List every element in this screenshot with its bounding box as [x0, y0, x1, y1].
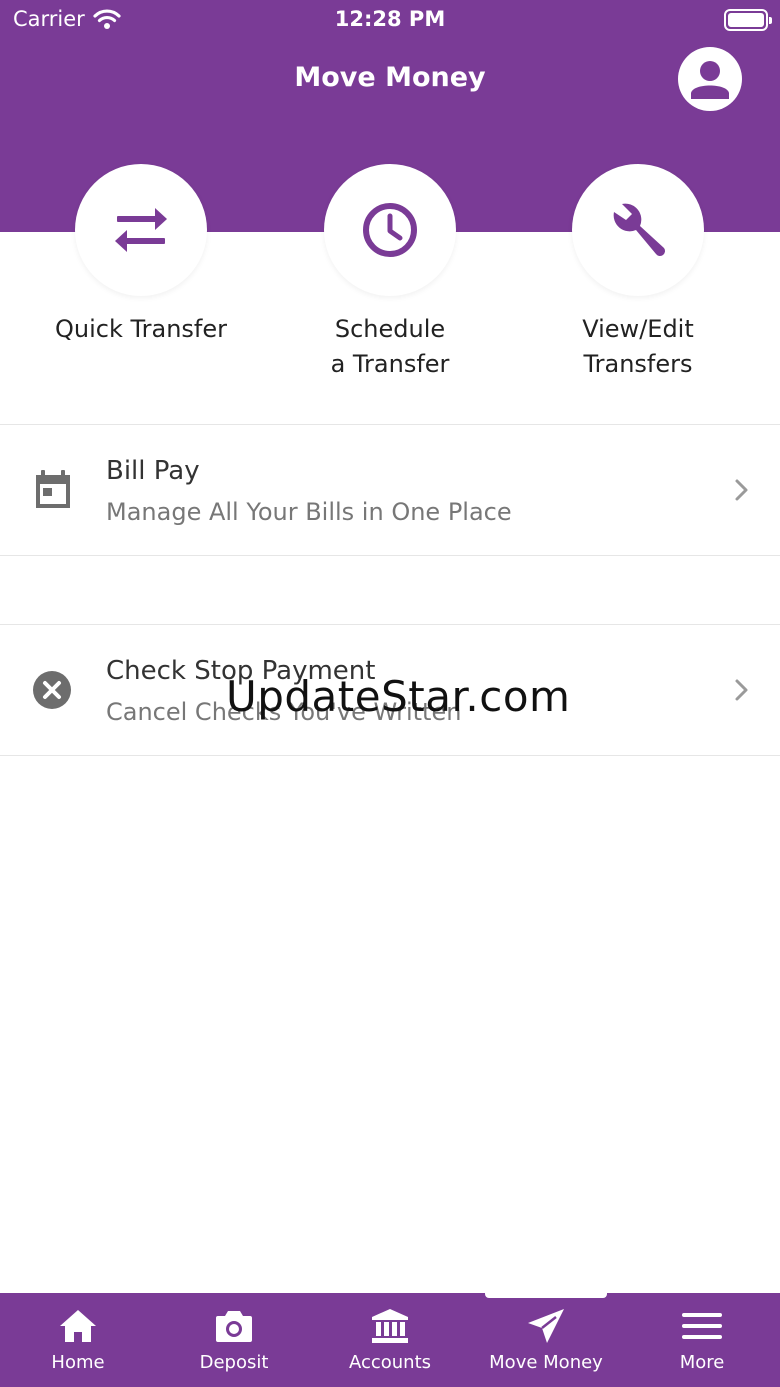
- view-edit-transfers-label: View/Edit Transfers: [582, 315, 694, 378]
- tab-accounts-label: Accounts: [348, 1352, 432, 1373]
- camera-icon: [216, 1311, 252, 1342]
- tab-home-label: Home: [51, 1352, 105, 1373]
- home-icon: [60, 1310, 96, 1342]
- user-avatar-icon: [691, 61, 729, 99]
- view-edit-transfers-circle: [572, 164, 704, 296]
- cancel-circle-icon: [33, 671, 71, 709]
- battery-icon: [724, 9, 772, 31]
- quick-transfer-button[interactable]: Quick Transfer: [21, 164, 261, 347]
- chevron-right-icon: [735, 679, 748, 701]
- paper-plane-icon: [528, 1309, 564, 1343]
- calendar-icon: [36, 470, 70, 508]
- view-edit-transfers-button[interactable]: View/Edit Transfers: [518, 164, 758, 382]
- tab-deposit-label: Deposit: [199, 1352, 269, 1373]
- menu-icon: [682, 1313, 722, 1339]
- schedule-transfer-label: Schedule a Transfer: [330, 315, 450, 378]
- schedule-transfer-button[interactable]: Schedule a Transfer: [270, 164, 510, 382]
- tab-home[interactable]: Home: [0, 1293, 156, 1387]
- quick-transfer-label: Quick Transfer: [55, 315, 227, 343]
- bill-pay-title: Bill Pay: [106, 456, 200, 486]
- chevron-right-icon: [735, 479, 748, 501]
- list-divider: [0, 555, 780, 556]
- status-bar: Carrier 12:28 PM: [0, 0, 780, 40]
- watermark-text: UpdateStar.com: [226, 672, 571, 721]
- schedule-transfer-circle: [324, 164, 456, 296]
- tab-accounts[interactable]: Accounts: [312, 1293, 468, 1387]
- profile-button[interactable]: [678, 47, 742, 111]
- bill-pay-subtitle: Manage All Your Bills in One Place: [106, 498, 512, 526]
- tab-more-label: More: [679, 1352, 725, 1373]
- quick-transfer-circle: [75, 164, 207, 296]
- tab-move-money[interactable]: Move Money: [468, 1293, 624, 1387]
- tab-move-money-label: Move Money: [489, 1352, 603, 1373]
- wrench-icon: [613, 203, 665, 256]
- tab-more[interactable]: More: [624, 1293, 780, 1387]
- status-time: 12:28 PM: [334, 7, 446, 31]
- bank-icon: [372, 1309, 408, 1343]
- list-divider: [0, 755, 780, 756]
- page-title: Move Money: [294, 62, 486, 93]
- swap-arrows-icon: [115, 208, 167, 252]
- list-item-bill-pay[interactable]: Bill Pay Manage All Your Bills in One Pl…: [0, 425, 780, 555]
- tab-deposit[interactable]: Deposit: [156, 1293, 312, 1387]
- clock-icon: [363, 203, 417, 257]
